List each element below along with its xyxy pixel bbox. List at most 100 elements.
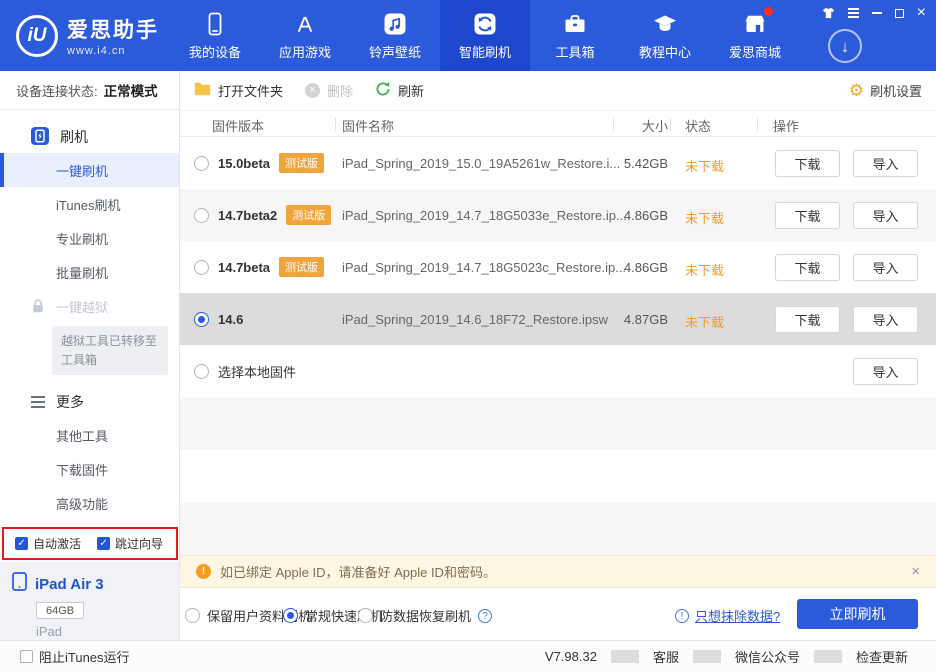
toolbar-label: 刷机设置 [870,81,922,100]
firmware-size: 4.86GB [600,208,668,223]
empty-stripe [180,397,936,450]
nav-smart-flash[interactable]: 智能刷机 [440,0,530,71]
smartphone-icon [202,10,228,38]
import-button[interactable]: 导入 [853,358,918,385]
sidebar-item-itunes-flash[interactable]: iTunes刷机 [0,187,179,221]
radio-unselected [358,608,373,623]
radio-unselected[interactable] [194,156,209,171]
nav-apps-games[interactable]: 应用游戏 [260,0,350,71]
divider [814,650,842,663]
empty-stripe [180,503,936,555]
open-folder-button[interactable]: 打开文件夹 [194,81,283,100]
minimize-button[interactable] [872,6,882,20]
sidebar-menu: 刷机 一键刷机 iTunes刷机 专业刷机 批量刷机 一键越狱 越狱工具已转移至… [0,121,179,520]
check-update-link[interactable]: 检查更新 [842,647,922,666]
radio-unselected[interactable] [194,208,209,223]
erase-data-link[interactable]: ! 只想抹除数据? [675,606,780,625]
firmware-name: iPad_Spring_2019_14.7_18G5033e_Restore.i… [342,208,627,223]
sidebar-item-label: 下载固件 [56,460,108,479]
maximize-button[interactable] [895,6,904,20]
flash-settings-button[interactable]: ⚙ 刷机设置 [849,81,922,100]
refresh-button[interactable]: 刷新 [375,81,424,100]
sidebar-item-other-tools[interactable]: 其他工具 [0,418,179,452]
radio-unselected[interactable] [194,364,209,379]
notice-close-icon[interactable]: × [911,563,920,580]
i4tools-window: iU 爱思助手 www.i4.cn 我的设备 应用游戏 [0,0,936,672]
radio-anti-recovery-flash[interactable]: 防数据恢复刷机 ? [358,606,492,625]
table-row[interactable]: 14.7beta2测试版 iPad_Spring_2019_14.7_18G503… [180,189,936,241]
row-left-group: 14.7beta测试版 [194,241,324,293]
table-header: 固件版本 固件名称 大小 状态 操作 [180,110,936,137]
refresh-icon [375,81,391,100]
nav-label: 爱思商城 [729,42,781,61]
download-manager-button[interactable]: ↓ [828,29,862,63]
firmware-name: iPad_Spring_2019_14.6_18F72_Restore.ipsw [342,312,608,327]
flash-now-button[interactable]: 立即刷机 [797,599,918,629]
import-button[interactable]: 导入 [853,254,918,281]
sidebar-item-pro-flash[interactable]: 专业刷机 [0,221,179,255]
download-button[interactable]: 下载 [775,150,840,177]
download-arrow-icon: ↓ [841,38,850,55]
nav-my-devices[interactable]: 我的设备 [170,0,260,71]
sidebar-item-label: 高级功能 [56,494,108,513]
nav-toolbox[interactable]: 工具箱 [530,0,620,71]
download-button[interactable]: 下载 [775,254,840,281]
download-button[interactable]: 下载 [775,306,840,333]
import-button[interactable]: 导入 [853,306,918,333]
activation-options-box: ✓ 自动激活 ✓ 跳过向导 [2,527,178,560]
firmware-status: 未下载 [685,208,724,227]
sidebar-section-label: 刷机 [60,127,88,147]
checkbox-label: 跳过向导 [115,535,163,552]
top-navigation: 我的设备 应用游戏 铃声壁纸 智能刷机 [170,0,800,71]
nav-ringtones-wallpapers[interactable]: 铃声壁纸 [350,0,440,71]
sidebar-item-batch-flash[interactable]: 批量刷机 [0,255,179,289]
wechat-account-link[interactable]: 微信公众号 [721,647,814,666]
import-button[interactable]: 导入 [853,202,918,229]
sidebar-item-download-firmware[interactable]: 下载固件 [0,452,179,486]
delete-button[interactable]: × 删除 [305,81,353,100]
sidebar-item-label: 其他工具 [56,426,108,445]
customer-service-link[interactable]: 客服 [639,647,693,666]
menu-icon[interactable] [848,6,859,20]
connection-status-value: 正常模式 [104,80,158,100]
radio-unselected[interactable] [194,260,209,275]
sidebar-section-flash[interactable]: 刷机 [0,121,179,153]
connection-status-label: 设备连接状态: [16,81,98,100]
storefront-icon [742,10,768,38]
table-row[interactable]: 14.7beta测试版 iPad_Spring_2019_14.7_18G5023… [180,241,936,293]
skip-setup-checkbox[interactable]: ✓ 跳过向导 [97,535,163,552]
column-header-status: 状态 [685,116,711,135]
sidebar-section-label: 更多 [56,392,84,412]
table-row-local-firmware[interactable]: 选择本地固件 导入 [180,345,936,397]
column-header-name: 固件名称 [342,116,394,135]
radio-selected[interactable] [194,312,209,327]
nav-store[interactable]: 爱思商城 [710,0,800,71]
sync-icon [472,10,498,38]
sidebar-section-more[interactable]: 更多 [0,386,179,418]
logo-icon: iU [16,15,58,57]
firmware-version: 14.6 [218,312,243,327]
download-button[interactable]: 下载 [775,202,840,229]
table-row[interactable]: 15.0beta测试版iPad_Spring_2019_15.0_19A5261… [180,137,936,189]
firmware-rows: 15.0beta测试版iPad_Spring_2019_15.0_19A5261… [180,137,936,397]
close-button[interactable]: × [917,6,926,20]
firmware-status: 未下载 [685,156,724,175]
import-button[interactable]: 导入 [853,150,918,177]
radio-unselected [185,608,200,623]
sidebar-item-label: 一键越狱 [56,297,108,316]
auto-activate-checkbox[interactable]: ✓ 自动激活 [15,535,81,552]
sidebar-item-one-key-flash[interactable]: 一键刷机 [0,153,179,187]
column-header-size: 大小 [600,116,668,135]
flash-phone-icon [31,127,49,148]
skin-icon[interactable] [822,6,835,20]
sidebar-item-advanced[interactable]: 高级功能 [0,486,179,520]
help-icon[interactable]: ? [478,609,492,623]
firmware-name: iPad_Spring_2019_14.7_18G5023c_Restore.i… [342,260,626,275]
sidebar-item-jailbreak[interactable]: 一键越狱 [0,289,179,323]
row-left-group: 选择本地固件 [194,345,296,397]
block-itunes-checkbox[interactable]: 阻止iTunes运行 [0,647,130,666]
nav-tutorials[interactable]: 教程中心 [620,0,710,71]
hamburger-icon [31,396,45,408]
row-left-group: 14.7beta2测试版 [194,189,331,241]
table-row[interactable]: 14.6 iPad_Spring_2019_14.6_18F72_Restore.… [180,293,936,345]
